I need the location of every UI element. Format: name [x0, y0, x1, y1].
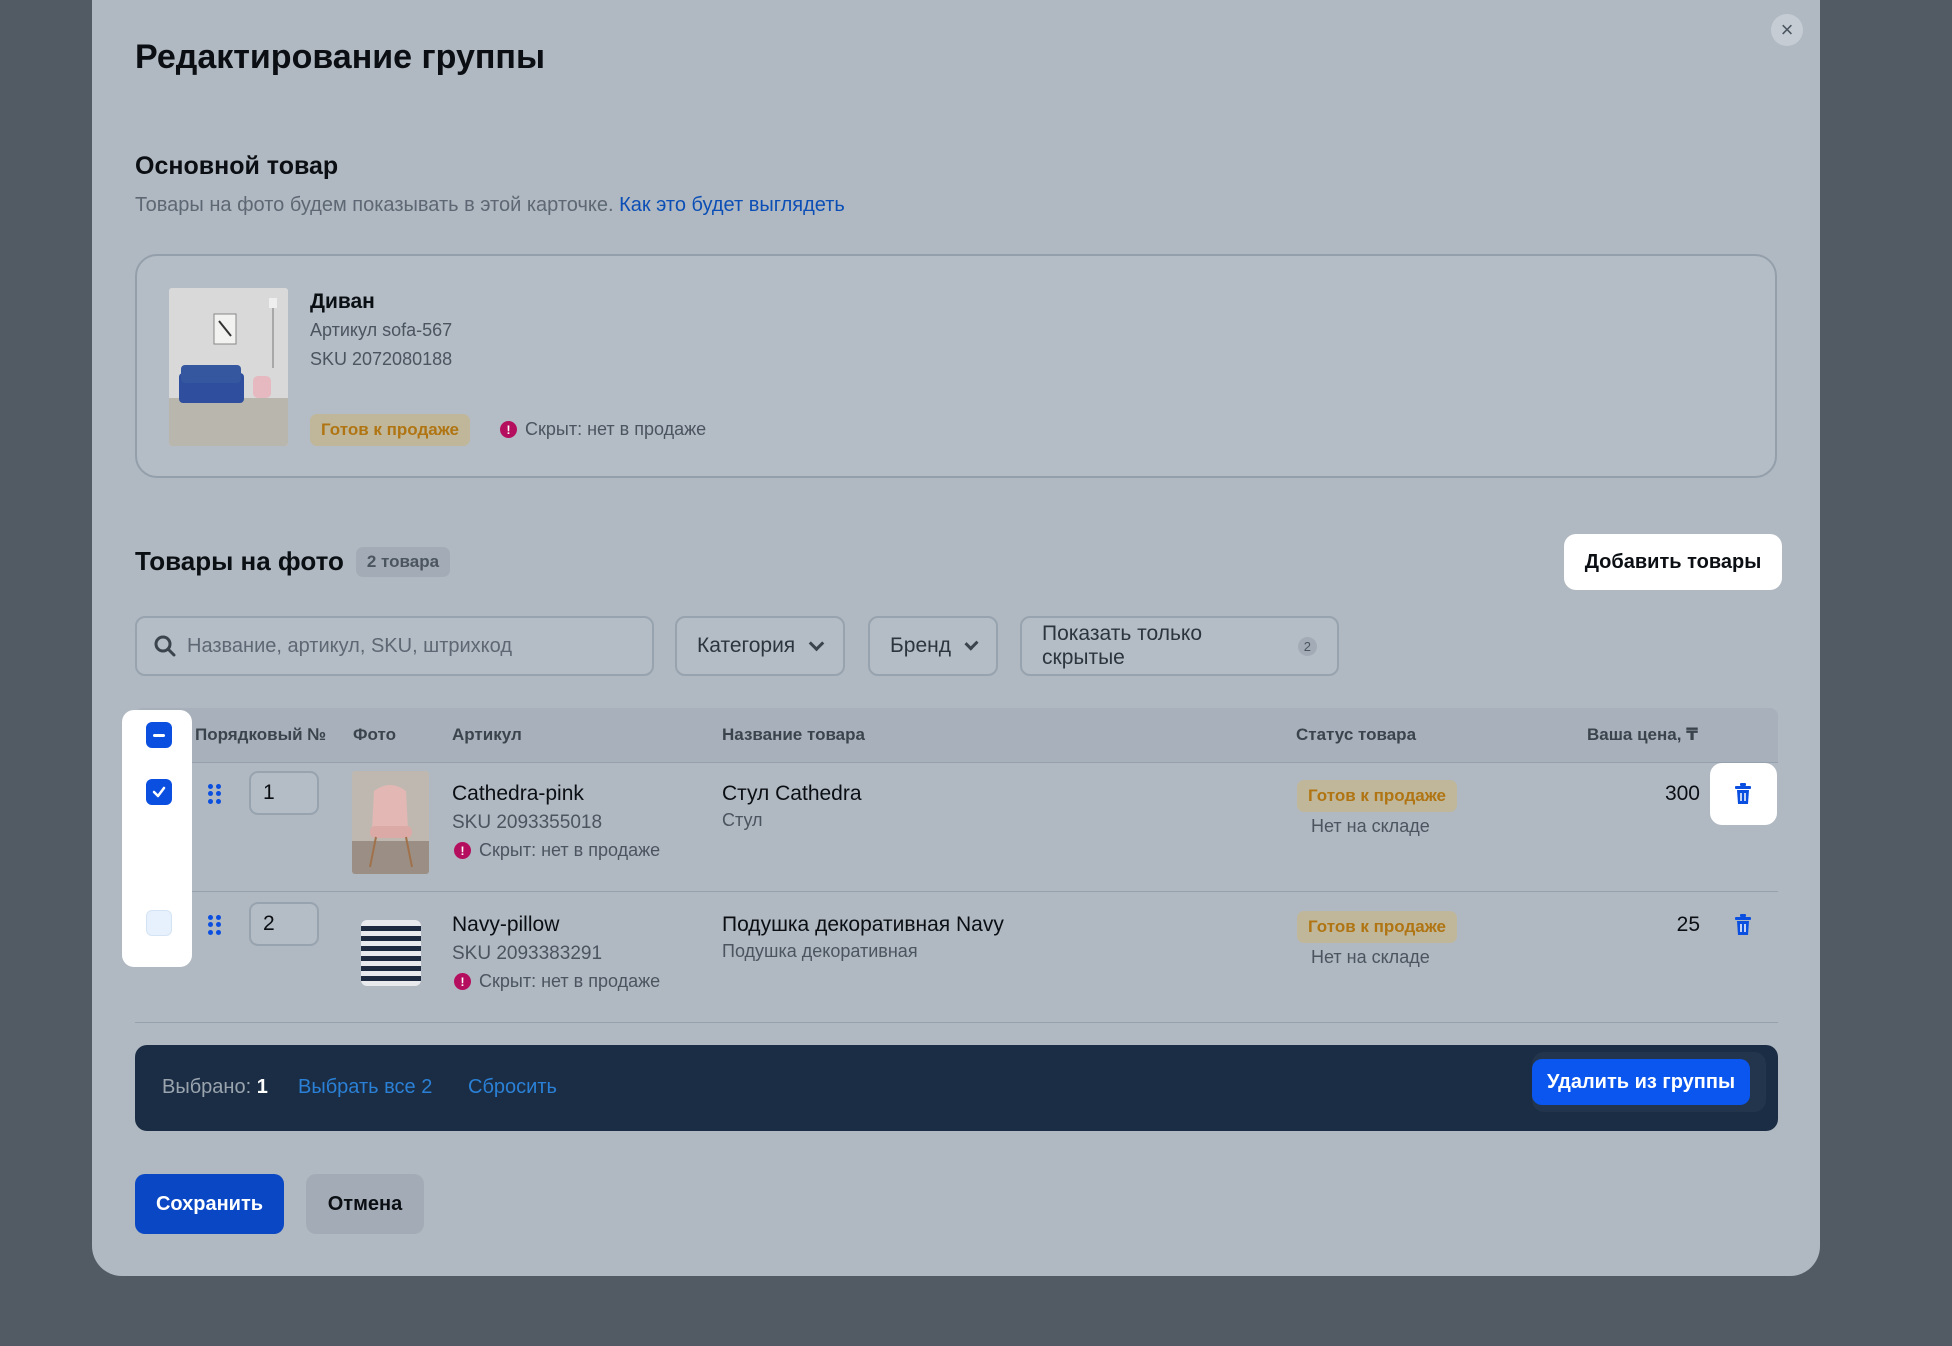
hidden-text: Скрыт: нет в продаже — [479, 840, 661, 860]
product-photo — [352, 902, 429, 1005]
cancel-button[interactable]: Отмена — [306, 1174, 424, 1234]
category-label: Категория — [697, 634, 796, 657]
drag-handle-icon[interactable] — [208, 915, 222, 935]
product-count-badge: 2 товара — [355, 546, 451, 577]
order-input[interactable]: 1 — [249, 771, 319, 815]
product-price: 25 — [1676, 913, 1700, 936]
warning-icon: ! — [454, 842, 471, 859]
product-photo — [352, 771, 429, 874]
product-category: Стул — [722, 810, 763, 830]
search-input[interactable]: Название, артикул, SKU, штрихкод — [135, 616, 654, 676]
main-product-subtitle: Товары на фото будем показывать в этой к… — [135, 194, 845, 217]
status-badge: Готов к продаже — [1297, 911, 1457, 943]
product-sku: SKU 2093383291 — [452, 943, 603, 964]
column-order: Порядковый № — [195, 725, 327, 744]
stock-status: Нет на складе — [1311, 947, 1430, 967]
row-divider — [135, 891, 1778, 892]
main-product-title: Основной товар — [135, 152, 339, 180]
row-checkbox[interactable] — [146, 910, 172, 936]
chevron-down-icon — [808, 635, 825, 651]
category-filter[interactable]: Категория — [675, 616, 845, 676]
product-name: Подушка декоративная Navy — [722, 913, 1004, 936]
hidden-count-badge: 2 — [1297, 636, 1317, 656]
add-products-button[interactable]: Добавить товары — [1564, 534, 1782, 590]
delete-row-button[interactable] — [1710, 763, 1777, 825]
hidden-text: Скрыт: нет в продаже — [525, 419, 707, 439]
row-checkbox[interactable] — [146, 779, 172, 805]
product-article: Navy-pillow — [452, 913, 560, 936]
trash-icon — [1735, 914, 1751, 935]
brand-filter[interactable]: Бренд — [868, 616, 998, 676]
product-sku: SKU 2093355018 — [452, 812, 603, 833]
selected-label: Выбрано: — [162, 1076, 252, 1098]
hidden-text: Скрыт: нет в продаже — [479, 971, 661, 991]
selected-number: 1 — [256, 1076, 268, 1098]
photo-products-heading: Товары на фото — [135, 546, 344, 576]
brand-label: Бренд — [890, 634, 951, 657]
product-category: Подушка декоративная — [722, 941, 918, 961]
main-product-name: Диван — [310, 290, 375, 313]
main-product-photo — [169, 288, 288, 446]
warning-icon: ! — [500, 421, 517, 438]
close-icon: × — [1780, 17, 1794, 42]
check-icon — [152, 786, 166, 798]
preview-link[interactable]: Как это будет выглядеть — [619, 194, 845, 216]
dialog-title: Редактирование группы — [135, 38, 545, 76]
selection-bar: Выбрано: 1 Выбрать все 2 Сбросить Удалит… — [135, 1045, 1778, 1131]
product-article: Cathedra-pink — [452, 782, 584, 805]
product-name: Стул Cathedra — [722, 782, 862, 805]
selected-count: Выбрано: 1 — [162, 1076, 268, 1099]
chevron-down-icon — [964, 635, 979, 651]
close-button[interactable]: × — [1771, 14, 1803, 46]
table-header: Порядковый № Фото Артикул Название товар… — [135, 708, 1778, 762]
minus-icon — [153, 733, 165, 737]
search-placeholder: Название, артикул, SKU, штрихкод — [187, 634, 513, 657]
status-badge: Готов к продаже — [310, 414, 470, 446]
column-name: Название товара — [722, 725, 865, 744]
hidden-only-filter[interactable]: Показать только скрытые 2 — [1020, 616, 1339, 676]
hidden-only-label: Показать только скрытые — [1042, 622, 1203, 669]
drag-handle-icon[interactable] — [208, 784, 222, 804]
reset-link[interactable]: Сбросить — [468, 1076, 557, 1099]
select-all-checkbox[interactable] — [146, 722, 172, 748]
main-product-sku: SKU 2072080188 — [310, 349, 453, 369]
main-product-article: Артикул sofa-567 — [310, 320, 453, 340]
select-all-link[interactable]: Выбрать все 2 — [298, 1076, 432, 1099]
warning-icon: ! — [454, 973, 471, 990]
hidden-note: ! Скрыт: нет в продаже — [454, 840, 660, 861]
main-product-card: Диван Артикул sofa-567 SKU 2072080188 Го… — [135, 254, 1777, 478]
column-status: Статус товара — [1296, 725, 1417, 744]
photo-products-title: Товары на фото 2 товара — [135, 546, 451, 577]
search-icon — [154, 635, 176, 657]
column-photo: Фото — [353, 725, 396, 744]
status-badge: Готов к продаже — [1297, 780, 1457, 812]
product-price: 300 — [1664, 782, 1700, 805]
order-input[interactable]: 2 — [249, 902, 319, 946]
row-divider — [135, 1022, 1778, 1023]
row-divider — [135, 762, 1778, 763]
save-button[interactable]: Сохранить — [135, 1174, 284, 1234]
trash-icon — [1735, 783, 1751, 804]
delete-from-group-button[interactable]: Удалить из группы — [1532, 1059, 1750, 1105]
column-article: Артикул — [452, 725, 522, 744]
delete-row-button[interactable] — [1734, 914, 1752, 936]
stock-status: Нет на складе — [1311, 816, 1430, 836]
column-price: Ваша цена, ₸ — [1587, 725, 1698, 744]
subtitle-text: Товары на фото будем показывать в этой к… — [135, 194, 614, 216]
hidden-note: ! Скрыт: нет в продаже — [500, 419, 706, 440]
hidden-note: ! Скрыт: нет в продаже — [454, 971, 660, 992]
